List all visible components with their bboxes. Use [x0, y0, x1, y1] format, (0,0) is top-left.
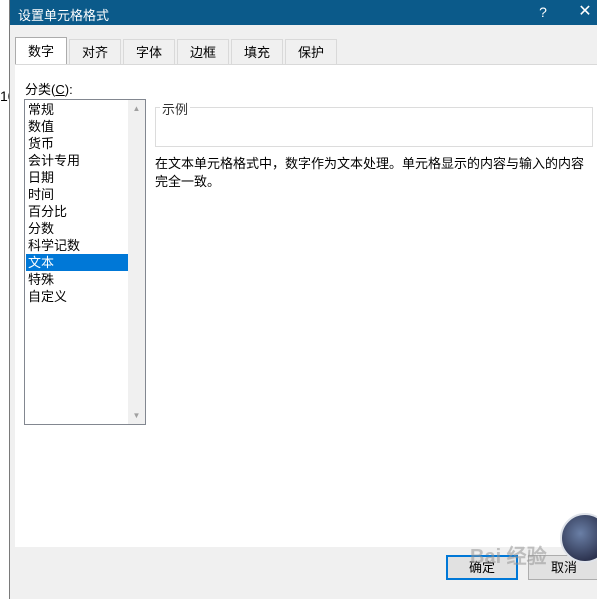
category-label-accesskey: C	[55, 82, 65, 97]
category-label-prefix: 分类(	[25, 82, 56, 97]
tab-fill[interactable]: 填充	[231, 39, 283, 64]
tab-strip: 数字 对齐 字体 边框 填充 保护	[15, 37, 345, 65]
tab-border[interactable]: 边框	[177, 39, 229, 64]
tab-protection[interactable]: 保护	[285, 39, 337, 64]
category-list: 常规 数值 货币 会计专用 日期 时间 百分比 分数 科学记数 文本 特殊 自定…	[26, 101, 128, 305]
up-arrow-icon[interactable]: ▲	[128, 100, 145, 117]
dialog-title: 设置单元格格式	[18, 8, 110, 23]
title-bar: 设置单元格格式 ? ✕	[10, 0, 597, 25]
category-item-scientific[interactable]: 科学记数	[26, 237, 128, 254]
category-item-currency[interactable]: 货币	[26, 135, 128, 152]
category-item-time[interactable]: 时间	[26, 186, 128, 203]
tab-alignment[interactable]: 对齐	[69, 39, 121, 64]
category-item-percentage[interactable]: 百分比	[26, 203, 128, 220]
category-label: 分类(C):	[25, 79, 73, 98]
number-tab-panel: 分类(C): 常规 数值 货币 会计专用 日期 时间 百分比 分数 科学记数 文…	[15, 64, 597, 547]
down-arrow-icon[interactable]: ▼	[128, 407, 145, 424]
format-cells-dialog: 设置单元格格式 ? ✕ 数字 对齐 字体 边框 填充 保护 分类(C): 常规 …	[9, 0, 597, 599]
tab-number[interactable]: 数字	[15, 37, 67, 64]
category-scrollbar[interactable]: ▲ ▼	[128, 100, 145, 424]
tab-font[interactable]: 字体	[123, 39, 175, 64]
category-item-number[interactable]: 数值	[26, 118, 128, 135]
sample-group: 示例	[155, 99, 593, 147]
watermark: Bai 经验	[470, 546, 547, 568]
sample-label: 示例	[160, 99, 191, 118]
help-icon[interactable]: ?	[530, 2, 556, 22]
category-item-custom[interactable]: 自定义	[26, 288, 128, 305]
category-item-accounting[interactable]: 会计专用	[26, 152, 128, 169]
category-item-text[interactable]: 文本	[26, 254, 128, 271]
close-icon[interactable]: ✕	[572, 2, 597, 22]
category-item-fraction[interactable]: 分数	[26, 220, 128, 237]
category-label-suffix: ):	[64, 82, 73, 97]
category-item-general[interactable]: 常规	[26, 101, 128, 118]
category-item-special[interactable]: 特殊	[26, 271, 128, 288]
category-description: 在文本单元格格式中，数字作为文本处理。单元格显示的内容与输入的内容完全一致。	[155, 156, 585, 189]
category-listbox[interactable]: 常规 数值 货币 会计专用 日期 时间 百分比 分数 科学记数 文本 特殊 自定…	[24, 99, 146, 425]
category-item-date[interactable]: 日期	[26, 169, 128, 186]
